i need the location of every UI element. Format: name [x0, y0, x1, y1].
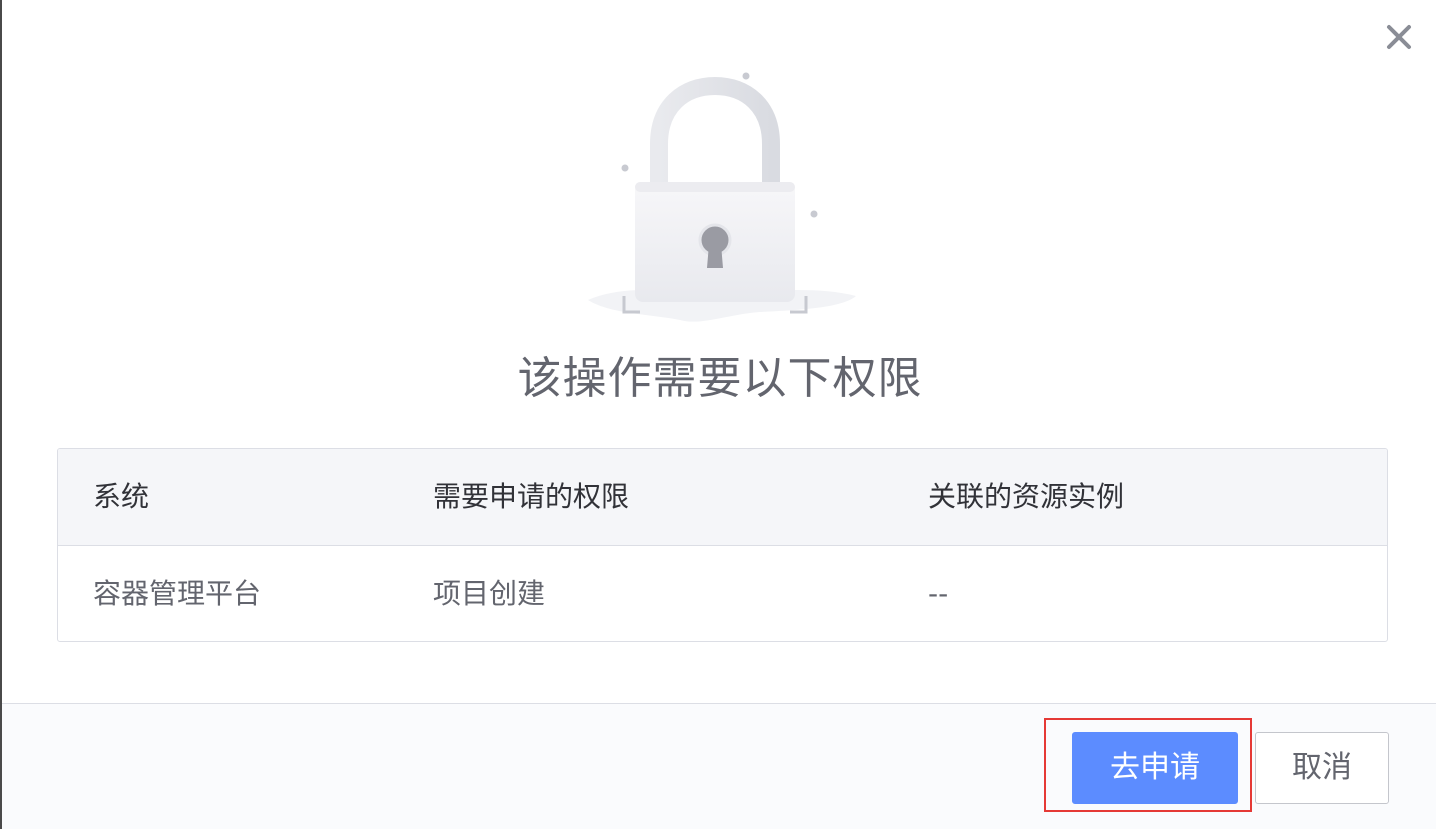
lock-icon	[580, 64, 862, 330]
header-resource-instance: 关联的资源实例	[928, 480, 1125, 513]
dialog-title: 该操作需要以下权限	[517, 353, 923, 404]
header-system: 系统	[93, 480, 150, 513]
close-icon[interactable]	[1384, 22, 1414, 52]
permission-dialog: 该操作需要以下权限 系统 需要申请的权限 关联的资源实例 容器管理平台 项目创建…	[0, 0, 1436, 829]
cell-permission: 项目创建	[433, 577, 546, 610]
header-permission: 需要申请的权限	[433, 480, 630, 513]
cell-system: 容器管理平台	[93, 577, 262, 610]
permission-table: 系统 需要申请的权限 关联的资源实例 容器管理平台 项目创建 --	[57, 448, 1388, 642]
table-row: 容器管理平台 项目创建 --	[58, 546, 1387, 641]
cancel-button[interactable]: 取消	[1255, 732, 1389, 804]
cell-resource-instance: --	[928, 577, 949, 610]
apply-button[interactable]: 去申请	[1072, 732, 1238, 804]
table-header-row: 系统 需要申请的权限 关联的资源实例	[58, 449, 1387, 546]
